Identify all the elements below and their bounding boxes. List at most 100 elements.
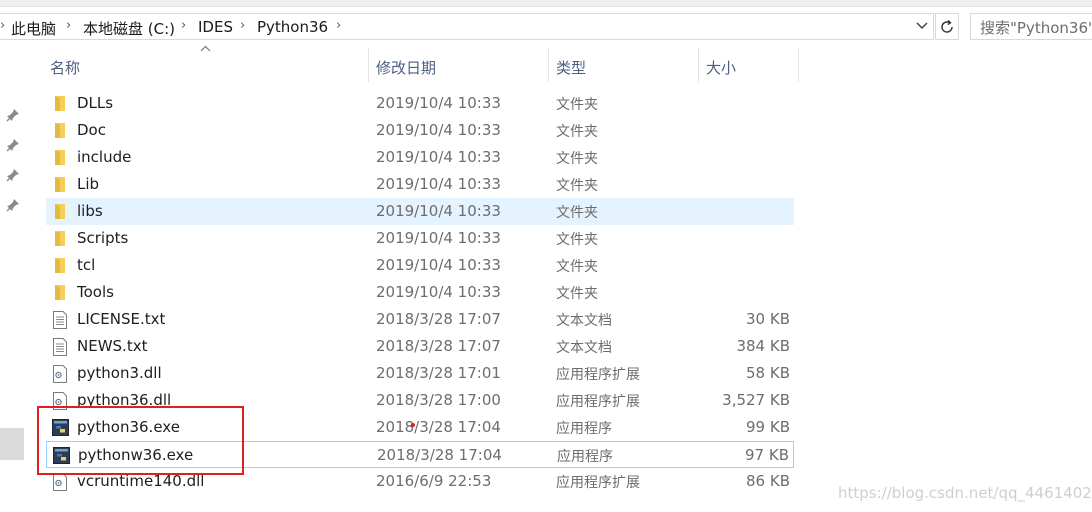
dll-file-icon	[52, 365, 68, 383]
file-modified: 2018/3/28 17:07	[376, 337, 501, 355]
file-type: 文件夹	[556, 259, 598, 275]
file-name: tcl	[77, 256, 96, 274]
folder-icon	[52, 176, 68, 193]
file-type: 应用程序扩展	[556, 394, 640, 410]
file-name: Doc	[77, 121, 106, 139]
folder-icon	[52, 122, 68, 139]
file-modified: 2019/10/4 10:33	[376, 283, 501, 301]
file-modified: 2018/3/28 17:04	[377, 446, 502, 464]
top-strip	[0, 0, 1092, 7]
file-name: LICENSE.txt	[77, 310, 166, 328]
file-size: 99 KB	[746, 418, 790, 436]
file-row[interactable]: LICENSE.txt 2018/3/28 17:07 文本文档 30 KB	[46, 306, 794, 333]
file-modified: 2018/3/28 17:00	[376, 391, 501, 409]
annotation-dot	[411, 423, 415, 427]
folder-icon	[52, 149, 68, 166]
breadcrumb-python36[interactable]: Python36	[257, 18, 328, 36]
folder-icon	[52, 95, 68, 112]
pin-icon[interactable]	[6, 108, 20, 122]
file-name: include	[77, 148, 132, 166]
breadcrumb-separator[interactable]: ›	[240, 18, 245, 33]
file-name: NEWS.txt	[77, 337, 148, 355]
file-type: 应用程序扩展	[556, 475, 640, 491]
annotation-highlight-box	[37, 406, 244, 475]
column-header-size[interactable]: 大小	[706, 57, 736, 78]
refresh-icon	[941, 19, 953, 33]
file-row[interactable]: Lib 2019/10/4 10:33 文件夹	[46, 171, 794, 198]
address-bar[interactable]: › 此电脑 › 本地磁盘 (C:) › IDES › Python36 ›	[0, 13, 934, 40]
breadcrumb-separator: ›	[0, 18, 6, 33]
text-file-icon	[52, 311, 68, 329]
refresh-button[interactable]	[935, 13, 959, 40]
file-modified: 2019/10/4 10:33	[376, 229, 501, 247]
watermark: https://blog.csdn.net/qq_44614026	[838, 484, 1092, 502]
file-size: 58 KB	[746, 364, 790, 382]
sort-ascending-icon	[200, 42, 211, 55]
folder-icon	[52, 284, 68, 301]
column-divider[interactable]	[798, 48, 799, 82]
file-row[interactable]: Doc 2019/10/4 10:33 文件夹	[46, 117, 794, 144]
file-type: 应用程序扩展	[556, 367, 640, 383]
file-size: 3,527 KB	[722, 391, 790, 409]
breadcrumb-separator[interactable]: ›	[66, 18, 71, 33]
file-modified: 2019/10/4 10:33	[376, 175, 501, 193]
file-type: 应用程序	[557, 449, 613, 465]
breadcrumb-separator[interactable]: ›	[181, 18, 186, 33]
file-type: 文件夹	[556, 151, 598, 167]
folder-icon	[52, 257, 68, 274]
file-type: 文件夹	[556, 232, 598, 248]
column-header-type[interactable]: 类型	[556, 57, 586, 78]
breadcrumb-this-pc[interactable]: 此电脑	[11, 18, 56, 39]
file-type: 文件夹	[556, 124, 598, 140]
file-size: 97 KB	[745, 446, 789, 464]
file-modified: 2019/10/4 10:33	[376, 202, 501, 220]
file-modified: 2019/10/4 10:33	[376, 121, 501, 139]
file-type: 应用程序	[556, 421, 612, 437]
file-type: 文件夹	[556, 205, 598, 221]
file-row[interactable]: NEWS.txt 2018/3/28 17:07 文本文档 384 KB	[46, 333, 794, 360]
file-row[interactable]: Scripts 2019/10/4 10:33 文件夹	[46, 225, 794, 252]
pin-icon[interactable]	[6, 138, 20, 152]
file-row[interactable]: tcl 2019/10/4 10:33 文件夹	[46, 252, 794, 279]
dll-file-icon	[52, 473, 68, 491]
file-modified: 2019/10/4 10:33	[376, 256, 501, 274]
breadcrumb-ides[interactable]: IDES	[198, 18, 233, 36]
file-modified: 2018/3/28 17:07	[376, 310, 501, 328]
file-size: 384 KB	[736, 337, 790, 355]
nav-pane-selected-item[interactable]	[0, 428, 24, 460]
breadcrumb-local-disk[interactable]: 本地磁盘 (C:)	[83, 18, 175, 39]
pin-icon[interactable]	[6, 198, 20, 212]
breadcrumb-separator[interactable]: ›	[336, 18, 341, 33]
file-modified: 2018/3/28 17:01	[376, 364, 501, 382]
file-row[interactable]: Tools 2019/10/4 10:33 文件夹	[46, 279, 794, 306]
file-row[interactable]: include 2019/10/4 10:33 文件夹	[46, 144, 794, 171]
file-modified: 2019/10/4 10:33	[376, 148, 501, 166]
text-file-icon	[52, 338, 68, 356]
folder-icon	[52, 203, 68, 220]
chevron-down-icon[interactable]	[916, 17, 928, 38]
file-name: Tools	[77, 283, 114, 301]
search-input[interactable]: 搜索"Python36"	[970, 13, 1092, 40]
file-name: DLLs	[77, 94, 114, 112]
folder-icon	[52, 230, 68, 247]
file-modified: 2019/10/4 10:33	[376, 94, 501, 112]
file-type: 文本文档	[556, 340, 612, 356]
pin-icon[interactable]	[6, 168, 20, 182]
file-name: libs	[77, 202, 103, 220]
column-header-name[interactable]: 名称	[50, 57, 80, 78]
file-type: 文本文档	[556, 313, 612, 329]
column-header-modified[interactable]: 修改日期	[376, 57, 436, 78]
column-divider[interactable]	[368, 48, 369, 82]
file-row[interactable]: python3.dll 2018/3/28 17:01 应用程序扩展 58 KB	[46, 360, 794, 387]
file-row[interactable]: DLLs 2019/10/4 10:33 文件夹	[46, 90, 794, 117]
column-divider[interactable]	[548, 48, 549, 82]
file-type: 文件夹	[556, 178, 598, 194]
column-divider[interactable]	[698, 48, 699, 82]
file-modified: 2018/3/28 17:04	[376, 418, 501, 436]
file-size: 86 KB	[746, 472, 790, 490]
file-row[interactable]: libs 2019/10/4 10:33 文件夹	[46, 198, 794, 225]
file-modified: 2016/6/9 22:53	[376, 472, 492, 490]
file-name: python3.dll	[77, 364, 162, 382]
file-type: 文件夹	[556, 286, 598, 302]
file-type: 文件夹	[556, 97, 598, 113]
